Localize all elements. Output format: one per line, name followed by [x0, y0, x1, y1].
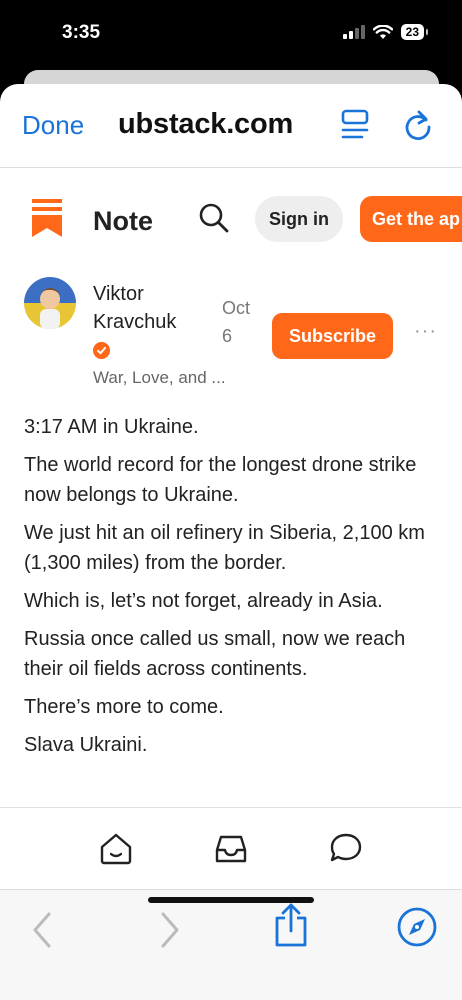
chat-icon[interactable] [329, 832, 363, 866]
forward-icon[interactable] [158, 910, 182, 950]
back-icon[interactable] [30, 910, 54, 950]
compass-icon[interactable] [396, 906, 438, 948]
post-paragraph: We just hit an oil refinery in Siberia, … [24, 522, 425, 574]
app-tab-bar [0, 807, 462, 889]
sign-in-button[interactable]: Sign in [255, 196, 343, 242]
avatar-image [24, 277, 76, 329]
post-paragraph: There’s more to come. [24, 696, 224, 718]
verified-icon [93, 342, 110, 359]
post-paragraph: Russia once called us small, now we reac… [24, 628, 406, 680]
inbox-icon[interactable] [214, 832, 248, 866]
search-icon[interactable] [198, 202, 230, 234]
author-name[interactable]: Viktor Kravchuk [93, 280, 213, 336]
reload-icon[interactable] [402, 108, 434, 142]
page-title: Note [93, 206, 153, 236]
browser-sheet: Done ubstack.com Note Sign in Get the ap [0, 84, 462, 1000]
done-button[interactable]: Done [22, 110, 84, 141]
post-date: Oct 6 [222, 298, 251, 346]
get-app-button[interactable]: Get the ap [360, 196, 462, 242]
battery-indicator: 23 [400, 24, 429, 40]
browser-nav-bar: Done ubstack.com [0, 84, 462, 168]
subscribe-button[interactable]: Subscribe [272, 313, 393, 359]
avatar[interactable] [24, 277, 76, 329]
post-paragraph: Which is, let’s not forget, already in A… [24, 590, 383, 612]
more-options-button[interactable]: ··· [414, 320, 437, 343]
url-field[interactable]: ubstack.com [118, 108, 293, 141]
post-paragraph: 3:17 AM in Ukraine. [24, 416, 199, 438]
status-bar: 3:35 23 [0, 0, 462, 70]
post-paragraph: Slava Ukraini. [24, 734, 148, 756]
signal-icon [342, 25, 365, 39]
substack-logo-icon[interactable] [32, 199, 62, 237]
publication-name[interactable]: War, Love, and ... [93, 368, 226, 388]
reader-icon[interactable] [340, 108, 372, 142]
status-time: 3:35 [62, 22, 101, 43]
home-indicator[interactable] [148, 897, 314, 903]
share-icon[interactable] [272, 902, 310, 948]
post-paragraph: The world record for the longest drone s… [24, 454, 417, 506]
browser-toolbar [0, 889, 462, 1000]
wifi-icon [372, 24, 393, 39]
home-icon[interactable] [99, 832, 133, 866]
status-icons: 23 [342, 24, 429, 40]
post-body: 3:17 AM in Ukraine. The world record for… [24, 412, 444, 768]
